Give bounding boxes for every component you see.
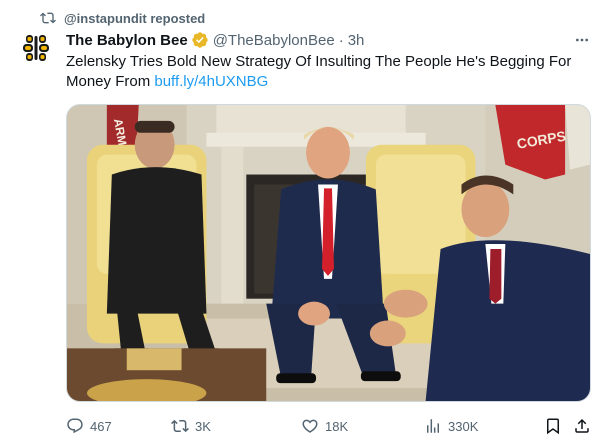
more-options-icon[interactable] xyxy=(573,32,591,48)
tweet-card[interactable]: @instapundit reposted The Babylon Bee @T… xyxy=(0,0,609,447)
babylon-bee-logo-icon xyxy=(23,35,49,61)
tweet-body: Zelensky Tries Bold New Strategy Of Insu… xyxy=(66,52,591,92)
bookmark-icon xyxy=(547,418,559,435)
verified-badge-icon[interactable] xyxy=(191,31,209,49)
tweet-actions-bar: 467 3K 18K 330K xyxy=(66,414,593,438)
reply-icon xyxy=(67,418,83,434)
like-button[interactable]: 18K xyxy=(301,414,348,438)
author-name[interactable]: The Babylon Bee xyxy=(66,32,188,49)
separator-dot: · xyxy=(338,31,344,49)
repost-indicator[interactable]: @instapundit reposted xyxy=(40,9,205,27)
repost-label: @instapundit reposted xyxy=(64,10,206,26)
retweet-icon xyxy=(171,419,189,433)
analytics-icon xyxy=(427,419,439,433)
heart-icon xyxy=(302,419,318,433)
repost-count: 3K xyxy=(195,418,211,434)
reply-count: 467 xyxy=(90,418,112,434)
share-icon xyxy=(575,418,589,433)
tweet-timestamp[interactable]: 3h xyxy=(348,32,365,49)
bookmark-button[interactable] xyxy=(544,414,562,438)
tweet-header: The Babylon Bee @TheBabylonBee · 3h xyxy=(66,30,593,50)
repost-button[interactable]: 3K xyxy=(171,414,211,438)
author-handle[interactable]: @TheBabylonBee xyxy=(213,32,335,49)
like-count: 18K xyxy=(325,418,349,434)
views-button[interactable]: 330K xyxy=(424,414,478,438)
repost-icon xyxy=(40,10,56,26)
reply-button[interactable]: 467 xyxy=(66,414,112,438)
tweet-text: Zelensky Tries Bold New Strategy Of Insu… xyxy=(66,53,572,90)
tweet-link[interactable]: buff.ly/4hUXNBG xyxy=(154,73,268,90)
share-button[interactable] xyxy=(573,414,591,438)
view-count: 330K xyxy=(448,418,479,434)
oval-office-meeting-photo: ARM CORPS xyxy=(67,105,590,401)
tweet-media-image[interactable]: ARM CORPS xyxy=(66,104,591,402)
author-avatar[interactable] xyxy=(16,28,56,68)
